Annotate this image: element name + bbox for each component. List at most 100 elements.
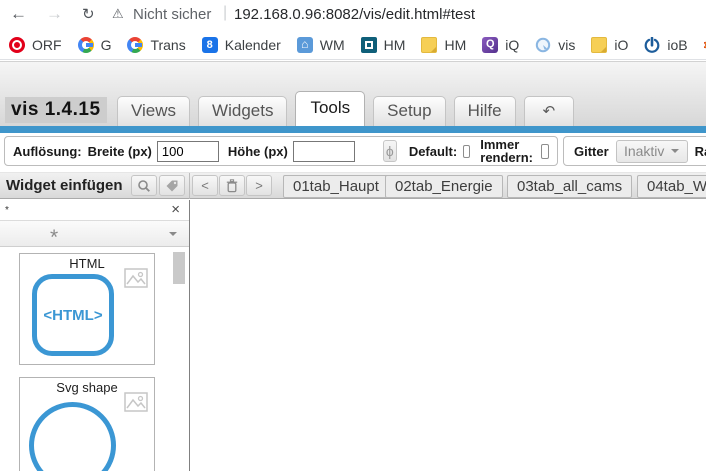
accent-bar: [0, 126, 706, 133]
tab-setup[interactable]: Setup: [373, 96, 446, 126]
widget-filter-row: ×: [0, 200, 189, 221]
bookmark-io[interactable]: iO: [591, 36, 629, 53]
address-separator: |: [223, 4, 228, 21]
resolution-group: Auflösung: Breite (px) Höhe (px) ϕ Defau…: [4, 136, 558, 166]
reload-icon[interactable]: ↻: [82, 5, 95, 25]
undo-icon: ↶: [542, 103, 556, 120]
view-tab-02[interactable]: 02tab_Energie: [385, 175, 503, 198]
homematic-icon: [360, 36, 377, 53]
edit-canvas[interactable]: [191, 200, 706, 471]
widget-insert-title: Widget einfügen: [6, 177, 123, 194]
widget-set-select[interactable]: *: [0, 221, 189, 249]
browser-toolbar: ← → ↻ ⚠ Nicht sicher | 192.168.0.96:8082…: [0, 0, 706, 30]
bookmark-label: HM: [383, 36, 406, 53]
google-g-icon: [77, 36, 94, 53]
clear-filter-icon[interactable]: ×: [171, 201, 180, 219]
always-render-checkbox[interactable]: [541, 143, 549, 159]
orf-target-icon: [9, 36, 25, 53]
default-label: Default:: [408, 143, 458, 159]
widget-palette-panel: × * HTML <HTML> Svg shape: [0, 200, 190, 471]
bookmark-label: iO: [614, 36, 629, 53]
grid-mode-value: Inaktiv: [623, 143, 665, 159]
html-widget-preview-label: <HTML>: [43, 306, 103, 324]
screen: ← → ↻ ⚠ Nicht sicher | 192.168.0.96:8082…: [0, 0, 706, 471]
panel-scrollbar-thumb[interactable]: [173, 252, 185, 284]
widget-card-svg-shape[interactable]: Svg shape: [19, 377, 155, 471]
note-icon: [591, 36, 608, 53]
bookmark-hm-webui[interactable]: HM: [360, 36, 406, 53]
power-circle-icon: [644, 36, 660, 53]
bookmark-label: iQ: [505, 36, 520, 53]
editor-tabs: Views Widgets Tools Setup Hilfe ↶: [117, 91, 582, 126]
bookmark-orf[interactable]: ORF: [9, 36, 62, 53]
bookmark-label: HM: [444, 36, 467, 53]
app-title: vis 1.4.15: [5, 97, 107, 123]
bookmark-label: WM: [319, 36, 345, 53]
always-render-label: Immer rendern:: [480, 137, 533, 165]
chevron-down-icon: [671, 149, 680, 157]
tab-tools[interactable]: Tools: [295, 91, 366, 126]
address-url[interactable]: 192.168.0.96:8082/vis/edit.html#test: [234, 6, 475, 23]
bookmark-vis[interactable]: vis: [535, 37, 575, 53]
view-tab-04[interactable]: 04tab_W: [637, 175, 706, 198]
image-preview-icon: [124, 268, 148, 293]
default-checkbox[interactable]: [463, 144, 471, 158]
widget-set-value: *: [50, 226, 59, 249]
grid-group: Gitter Inaktiv Raster: [563, 136, 706, 166]
raster-label: Raster: [694, 143, 706, 159]
bookmark-hm-folder[interactable]: HM: [421, 36, 467, 53]
refresh-icon: ϕ: [385, 143, 394, 159]
not-secure-warning-icon[interactable]: ⚠: [112, 6, 124, 22]
tag-filter-button[interactable]: [159, 175, 185, 196]
width-input[interactable]: [156, 140, 219, 162]
html-widget-preview: <HTML>: [32, 274, 114, 356]
bookmark-label: vis: [558, 36, 576, 53]
trash-icon: [226, 178, 238, 192]
chevron-right-icon: >: [255, 178, 263, 193]
bookmark-label: Kalender: [224, 36, 281, 53]
calendar-icon: 8: [201, 36, 218, 53]
q-badge-icon: Q: [482, 36, 499, 53]
tab-views[interactable]: Views: [117, 96, 191, 126]
view-tab-03[interactable]: 03tab_all_cams: [507, 175, 633, 198]
grid-label: Gitter: [574, 143, 609, 159]
chevron-down-icon: [169, 232, 177, 240]
tab-hilfe[interactable]: Hilfe: [453, 96, 516, 126]
tab-widgets[interactable]: Widgets: [198, 96, 288, 126]
height-label: Höhe (px): [227, 143, 288, 159]
chevron-left-icon: <: [201, 178, 209, 193]
bookmark-label: ORF: [32, 36, 62, 53]
search-widget-button[interactable]: [131, 175, 157, 196]
bookmark-iq[interactable]: Q iQ: [482, 36, 520, 53]
search-icon: [138, 179, 150, 192]
bookmark-iobroker[interactable]: ioB: [644, 36, 688, 53]
refresh-button[interactable]: ϕ: [382, 140, 397, 162]
toolbar-divider: [189, 173, 190, 199]
bookmark-translate[interactable]: Trans: [127, 36, 186, 53]
grid-mode-dropdown[interactable]: Inaktiv: [615, 139, 688, 163]
note-icon: [421, 36, 438, 53]
gauge-icon: [535, 37, 551, 53]
widget-card-html[interactable]: HTML <HTML>: [19, 253, 155, 365]
delete-view-button[interactable]: [219, 175, 245, 196]
resolution-label: Auflösung:: [13, 143, 82, 159]
forward-icon[interactable]: →: [46, 4, 63, 24]
google-g-icon: [127, 36, 144, 53]
view-tab-01[interactable]: 01tab_Haupt: [283, 175, 389, 198]
prev-view-button[interactable]: <: [192, 175, 218, 196]
bookmark-label: G: [100, 36, 112, 53]
widget-filter-input[interactable]: [0, 200, 189, 220]
height-input[interactable]: [292, 140, 355, 162]
bookmarks-bar: ORF G Trans 8 Kalender ⌂ WM HM HM Q iQ v…: [0, 30, 706, 60]
back-icon[interactable]: ←: [10, 4, 27, 24]
next-view-button[interactable]: >: [246, 175, 272, 196]
undo-button[interactable]: ↶: [523, 96, 575, 126]
bookmark-label: Trans: [150, 36, 186, 53]
bookmark-google[interactable]: G: [77, 36, 112, 53]
security-label[interactable]: Nicht sicher: [133, 6, 211, 23]
bookmark-kalender[interactable]: 8 Kalender: [201, 36, 281, 53]
bookmark-wm[interactable]: ⌂ WM: [296, 36, 345, 53]
image-preview-icon: [124, 392, 148, 417]
home-icon: ⌂: [296, 36, 313, 53]
bookmark-label: ioB: [667, 36, 688, 53]
